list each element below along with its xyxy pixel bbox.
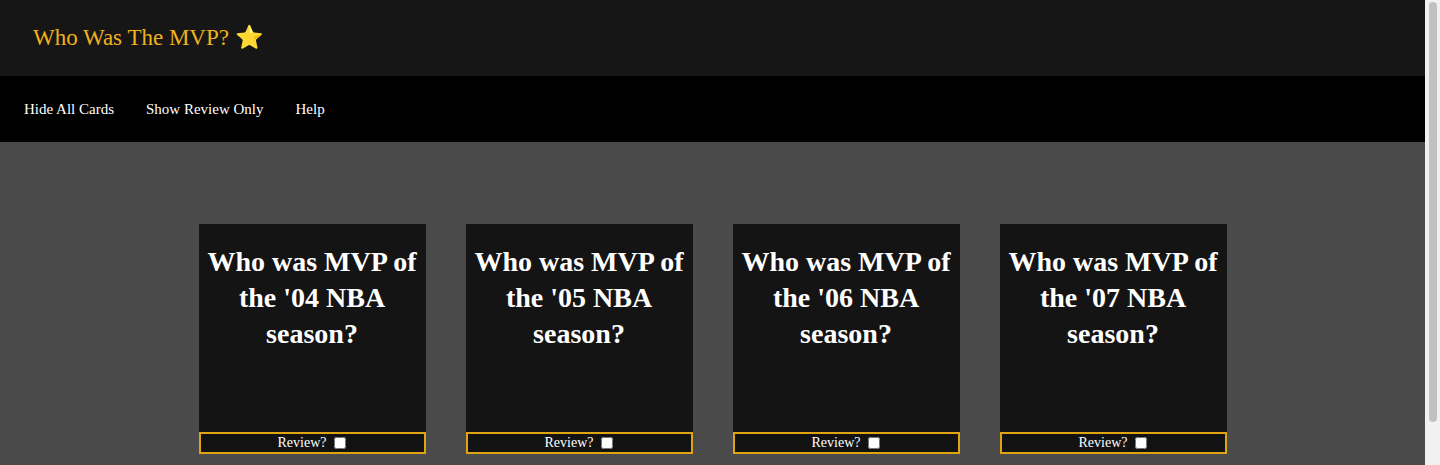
- scrollbar-thumb[interactable]: [1429, 2, 1437, 422]
- card-question: Who was MVP of the '07 NBA season?: [1004, 244, 1223, 352]
- card-face[interactable]: Who was MVP of the '04 NBA season?: [199, 224, 426, 432]
- card-question: Who was MVP of the '04 NBA season?: [203, 244, 422, 352]
- app: Who Was The MVP? ⭐ Hide All Cards Show Rev…: [0, 0, 1440, 465]
- card-question: Who was MVP of the '06 NBA season?: [737, 244, 956, 352]
- site-title[interactable]: Who Was The MVP? ⭐: [33, 24, 264, 52]
- review-checkbox[interactable]: [868, 437, 880, 449]
- nav-link[interactable]: Hide All Cards: [24, 100, 114, 118]
- card-face[interactable]: Who was MVP of the '06 NBA season?: [733, 224, 960, 432]
- nav-link[interactable]: Help: [296, 100, 325, 118]
- card[interactable]: Who was MVP of the '06 NBA season? Review…: [733, 224, 960, 454]
- arena-background: Who was MVP of the '04 NBA season? Review…: [0, 142, 1425, 465]
- review-bar[interactable]: Review?: [733, 432, 960, 454]
- review-bar[interactable]: Review?: [199, 432, 426, 454]
- card[interactable]: Who was MVP of the '05 NBA season? Review…: [466, 224, 693, 454]
- review-label: Review?: [278, 435, 327, 451]
- review-bar[interactable]: Review?: [466, 432, 693, 454]
- card-face[interactable]: Who was MVP of the '05 NBA season?: [466, 224, 693, 432]
- card[interactable]: Who was MVP of the '04 NBA season? Review…: [199, 224, 426, 454]
- nav-bar: Hide All Cards Show Review Only Help: [0, 76, 1425, 142]
- header: Who Was The MVP? ⭐: [0, 0, 1425, 76]
- review-checkbox[interactable]: [1135, 437, 1147, 449]
- scrollbar[interactable]: [1425, 0, 1440, 465]
- review-checkbox[interactable]: [334, 437, 346, 449]
- review-label: Review?: [812, 435, 861, 451]
- review-bar[interactable]: Review?: [1000, 432, 1227, 454]
- review-checkbox[interactable]: [601, 437, 613, 449]
- page: Who Was The MVP? ⭐ Hide All Cards Show Rev…: [0, 0, 1425, 465]
- review-label: Review?: [545, 435, 594, 451]
- card-question: Who was MVP of the '05 NBA season?: [470, 244, 689, 352]
- nav-link[interactable]: Show Review Only: [146, 100, 264, 118]
- review-label: Review?: [1079, 435, 1128, 451]
- card-face[interactable]: Who was MVP of the '07 NBA season?: [1000, 224, 1227, 432]
- card[interactable]: Who was MVP of the '07 NBA season? Review…: [1000, 224, 1227, 454]
